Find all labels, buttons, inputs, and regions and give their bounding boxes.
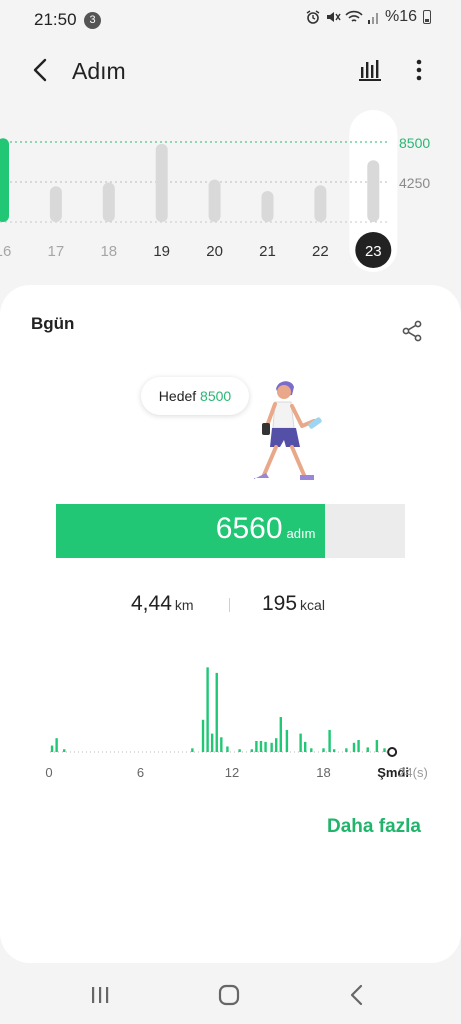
weekly-bar-18[interactable] bbox=[102, 182, 115, 222]
today-summary-card: Bgün Hedef 8500 6560 adım 4,44 km 195 kcal bbox=[0, 285, 461, 963]
hourly-chart-svg: 0 6 12 18 Şmdi24(s) bbox=[45, 667, 428, 780]
status-icons: %16 bbox=[305, 8, 431, 26]
hourly-bar bbox=[285, 729, 289, 752]
weekly-day-label-17[interactable]: 17 bbox=[48, 243, 65, 260]
distance-unit: km bbox=[174, 597, 194, 613]
weekly-day-label-19[interactable]: 19 bbox=[153, 243, 170, 260]
hourly-tick-label: 12 bbox=[225, 765, 239, 780]
recents-icon[interactable] bbox=[89, 984, 111, 1006]
hourly-bar bbox=[226, 746, 229, 752]
hourly-bar bbox=[366, 747, 369, 752]
weekly-bar-16[interactable] bbox=[0, 138, 9, 222]
half-goal-line-label: 4250 bbox=[399, 175, 431, 191]
page-title: Adım bbox=[72, 58, 126, 84]
battery-icon bbox=[423, 10, 431, 24]
weekly-steps-chart[interactable]: 16 17 18 19 20 21 22 23 8500 4250 bbox=[0, 108, 461, 280]
hourly-tick-label: 18 bbox=[316, 765, 330, 780]
weekly-day-label-18[interactable]: 18 bbox=[100, 243, 117, 260]
app-bar: Adım bbox=[0, 44, 461, 96]
hourly-bar bbox=[279, 717, 282, 752]
steps-progress-bar: 6560 adım bbox=[56, 504, 405, 558]
hourly-bar bbox=[215, 672, 218, 752]
hourly-bar bbox=[332, 749, 336, 752]
hourly-steps-chart[interactable]: 0 6 12 18 Şmdi 24(s) bbox=[0, 645, 461, 785]
steps-progress-text: 6560 adım bbox=[216, 512, 316, 546]
status-time: 21:50 bbox=[34, 10, 77, 29]
now-marker bbox=[387, 747, 398, 757]
more-vert-icon[interactable] bbox=[408, 56, 430, 84]
hourly-bar bbox=[220, 737, 223, 752]
weekly-bar-20[interactable] bbox=[208, 179, 221, 222]
hourly-tick-label: 6 bbox=[137, 765, 144, 780]
hourly-bar bbox=[299, 733, 302, 752]
hourly-bar bbox=[50, 745, 54, 752]
hourly-bar bbox=[352, 742, 356, 752]
hourly-bar bbox=[310, 748, 313, 752]
hourly-bar bbox=[264, 741, 267, 752]
weekly-bar-17[interactable] bbox=[49, 186, 62, 222]
hourly-bar bbox=[275, 738, 278, 752]
weekly-bar-23[interactable] bbox=[367, 160, 380, 222]
hourly-bar bbox=[375, 740, 379, 752]
weekly-day-label-21[interactable]: 21 bbox=[259, 243, 276, 260]
home-icon[interactable] bbox=[217, 983, 241, 1007]
hourly-bar bbox=[255, 740, 258, 752]
steps-unit: adım bbox=[286, 526, 316, 541]
hourly-bar bbox=[270, 742, 273, 752]
hourly-bar bbox=[345, 748, 348, 752]
card-title: Bgün bbox=[31, 314, 75, 333]
hourly-bar bbox=[206, 667, 209, 752]
nav-back-icon[interactable] bbox=[348, 983, 366, 1007]
hourly-bar bbox=[322, 748, 325, 752]
goal-text: Hedef bbox=[158, 388, 197, 404]
hourly-bar bbox=[238, 749, 241, 752]
more-link[interactable]: Daha fazla bbox=[327, 816, 421, 838]
weekly-bar-21[interactable] bbox=[261, 190, 274, 222]
distance-stat: 4,44 km bbox=[131, 592, 194, 616]
hourly-bar bbox=[357, 740, 360, 752]
hourly-tick-label: 0 bbox=[45, 765, 52, 780]
calories-value: 195 bbox=[262, 592, 298, 615]
hourly-bar bbox=[191, 748, 194, 752]
mute-icon bbox=[326, 12, 341, 22]
weekly-chart-svg: 16 17 18 19 20 21 22 23 bbox=[0, 110, 398, 272]
stats-divider bbox=[229, 598, 230, 612]
back-arrow-icon[interactable] bbox=[28, 56, 54, 84]
hourly-bar bbox=[259, 740, 263, 752]
weekly-day-label-22[interactable]: 22 bbox=[312, 243, 329, 260]
steps-progress-fill: 6560 adım bbox=[56, 504, 326, 558]
hourly-bar bbox=[210, 733, 214, 752]
stats-row: 4,44 km 195 kcal bbox=[0, 592, 461, 622]
hourly-bar bbox=[328, 729, 331, 752]
bar-chart-icon[interactable] bbox=[357, 56, 383, 84]
alarm-icon bbox=[306, 10, 320, 24]
notification-count-badge: 3 bbox=[84, 12, 101, 29]
goal-value: 8500 bbox=[200, 388, 232, 404]
distance-value: 4,44 bbox=[131, 592, 172, 615]
system-nav-bar bbox=[0, 968, 461, 1024]
weekly-day-label-16[interactable]: 16 bbox=[0, 243, 11, 260]
weekly-bar-22[interactable] bbox=[314, 185, 327, 222]
hourly-bar bbox=[383, 748, 386, 752]
calories-stat: 195 kcal bbox=[262, 592, 325, 616]
steps-value: 6560 bbox=[215, 512, 283, 545]
hourly-bar bbox=[63, 749, 66, 752]
hourly-bar bbox=[201, 719, 205, 752]
wifi-icon bbox=[345, 10, 363, 22]
signal-icon bbox=[367, 13, 378, 24]
walking-person-illustration bbox=[254, 381, 322, 480]
hourly-bar bbox=[250, 749, 254, 752]
calories-unit: kcal bbox=[300, 597, 325, 613]
weekly-day-label-23[interactable]: 23 bbox=[365, 243, 382, 260]
hourly-bar bbox=[304, 741, 307, 752]
weekly-bar-19[interactable] bbox=[155, 143, 168, 222]
hourly-bar bbox=[55, 738, 58, 752]
share-icon[interactable] bbox=[400, 319, 424, 343]
battery-percent: %16 bbox=[384, 8, 417, 25]
status-bar: 21:50 3 %16 bbox=[0, 0, 461, 40]
goal-line-label: 8500 bbox=[399, 135, 431, 151]
goal-bubble: Hedef 8500 bbox=[141, 377, 249, 415]
end-label: 24(s) bbox=[398, 765, 428, 780]
weekly-day-label-20[interactable]: 20 bbox=[206, 243, 223, 260]
